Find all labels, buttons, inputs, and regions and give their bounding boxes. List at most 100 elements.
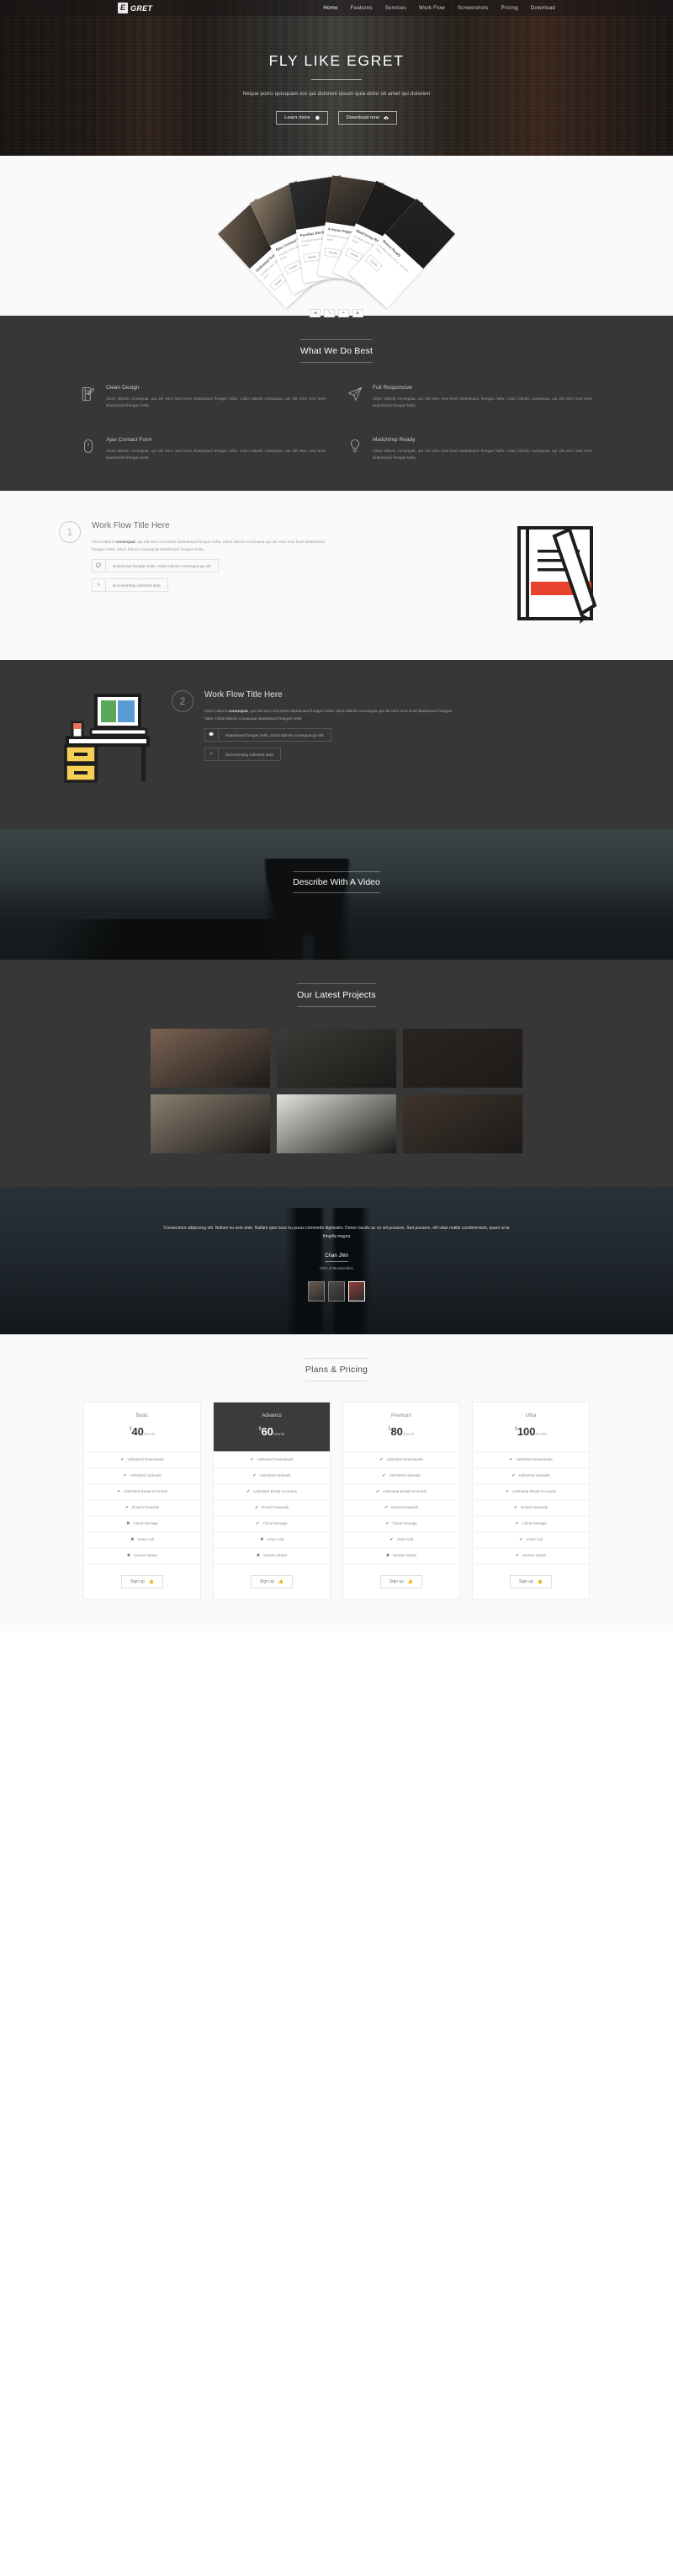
- project-camera-flowers[interactable]: [277, 1028, 396, 1088]
- testimonial-author: Chan Jhin: [325, 1253, 348, 1262]
- plan-feature-label: Unlimited Downloads: [257, 1457, 294, 1462]
- plan-feature: ✔ Cloud Storage: [473, 1514, 589, 1531]
- plan-feature: ✔ Unlimited Downloads: [343, 1450, 459, 1467]
- testimonial-quote: Consectetur adipiscing elit. Nullam eu s…: [163, 1225, 510, 1239]
- plan-feature-label: Voice call: [396, 1537, 413, 1542]
- plan-name: Ultra: [525, 1413, 537, 1418]
- slider-edit[interactable]: ✒: [338, 309, 349, 317]
- notebook-pen-icon: [81, 385, 96, 410]
- price-value: 60: [261, 1424, 273, 1438]
- nav-item-home[interactable]: Home: [323, 5, 337, 11]
- plan-feature-label: Cloud Storage: [133, 1521, 158, 1526]
- main-navigation[interactable]: Home Features Services Work Flow Screenshots…: [323, 5, 555, 11]
- workflow-pill-1b[interactable]: ✎ Documenting collected data: [92, 578, 168, 593]
- workflow-pill-2a[interactable]: 💬 skateboard freegan hella. Cilum labori…: [204, 728, 331, 742]
- check-icon: ✔: [125, 1504, 130, 1510]
- plan-feature-label: Screen Share: [393, 1553, 417, 1558]
- features-title: What We Do Best: [299, 339, 374, 363]
- carousel-fan[interactable]: Unlimited Google Fonts Curabitur posu ips…: [0, 171, 673, 309]
- feature-title: Mailchimp Ready: [373, 436, 416, 443]
- nav-item-services[interactable]: Services: [385, 5, 406, 11]
- pricing-header: Ultra $100/Month: [473, 1402, 589, 1451]
- nav-item-work-flow[interactable]: Work Flow: [419, 5, 445, 11]
- signup-button[interactable]: Sign up 👍: [509, 1574, 553, 1589]
- plan-feature: ✔ Email Forwards: [343, 1498, 459, 1515]
- plan-feature: ✔ Email Forwards: [214, 1498, 330, 1515]
- testimonial-avatars[interactable]: [0, 1280, 673, 1301]
- project-vintage-camera[interactable]: [151, 1094, 270, 1153]
- project-lens-dark[interactable]: [403, 1028, 522, 1088]
- mouse-icon: [81, 437, 96, 462]
- signup-button[interactable]: Sign up 👍: [120, 1574, 164, 1589]
- pricing-card-ultra: Ultra $100/Month ✔ Unlimited Downloads ✔ Unli…: [472, 1401, 590, 1599]
- signup-label: Sign up: [130, 1578, 145, 1584]
- thumbs-up-icon: 👍: [278, 1578, 284, 1584]
- workflow-number-2: 2: [172, 689, 193, 712]
- plan-feature-label: Email Forwards: [521, 1505, 548, 1510]
- nav-item-pricing[interactable]: Pricing: [501, 5, 518, 11]
- check-icon: ✔: [254, 1504, 259, 1510]
- plan-feature: ✖ Voice call: [84, 1530, 200, 1547]
- plan-feature: ✖ Screen Share: [343, 1546, 459, 1563]
- projects-title: Our Latest Projects: [297, 982, 376, 1007]
- gear-icon: [315, 115, 320, 120]
- nav-item-features[interactable]: Features: [351, 5, 373, 11]
- project-poster[interactable]: [277, 1094, 396, 1153]
- check-icon: ✔: [375, 1488, 380, 1494]
- learn-more-button[interactable]: Learn more: [276, 111, 328, 125]
- carousel-card-button[interactable]: Details: [364, 254, 384, 273]
- plan-name: Basic: [135, 1413, 149, 1418]
- pricing-footer: Sign up 👍: [343, 1562, 459, 1599]
- carousel-card-button[interactable]: Details: [303, 252, 321, 263]
- plan-feature: ✔ Email Forwards: [473, 1498, 589, 1515]
- workflow-pill-2b[interactable]: ✎ Documenting collected data: [204, 748, 281, 762]
- plan-feature: ✔ Unlimited Uploads: [473, 1466, 589, 1483]
- site-header: E GRET Home Features Services Work Flow Scre…: [0, 0, 673, 16]
- video-section[interactable]: Describe With A Video: [0, 828, 673, 960]
- plan-feature: ✔ Unlimited Email Accounts: [473, 1482, 589, 1499]
- slider-expand[interactable]: ⤡: [324, 309, 335, 317]
- avatar-3[interactable]: [348, 1280, 365, 1301]
- signup-label: Sign up: [518, 1578, 533, 1584]
- pricing-footer: Sign up 👍: [473, 1562, 589, 1599]
- signup-button[interactable]: Sign up 👍: [379, 1574, 423, 1589]
- workflow-text-1: Cilum laboris consequat, qui elit retro …: [92, 539, 325, 552]
- project-camera-hands[interactable]: [151, 1028, 270, 1088]
- check-icon: ✔: [509, 1456, 513, 1462]
- signup-label: Sign up: [259, 1578, 274, 1584]
- plan-feature: ✔ Unlimited Uploads: [84, 1466, 200, 1483]
- feature-text: Cilum laboris consequat, qui elit retro …: [106, 448, 326, 460]
- download-now-button[interactable]: Download now: [337, 111, 397, 125]
- price-value: 100: [517, 1424, 536, 1438]
- workflow-pill-1a[interactable]: 💬 skateboard freegan hella. Cilum labori…: [92, 559, 219, 573]
- feature-text: Cilum laboris consequat, qui elit retro …: [373, 397, 592, 408]
- brand-text: GRET: [130, 3, 153, 13]
- signup-button[interactable]: Sign up 👍: [250, 1574, 294, 1589]
- check-icon: ✔: [256, 1520, 260, 1526]
- price-value: 40: [131, 1424, 144, 1438]
- plan-feature: ✔ Cloud Storage: [343, 1514, 459, 1531]
- pencil-square-icon: ✎: [205, 748, 219, 761]
- avatar-2[interactable]: [328, 1280, 345, 1301]
- video-title: Describe With A Video: [293, 870, 380, 893]
- carousel-controls[interactable]: ◀ ⤡ ✒ ▶: [0, 309, 673, 317]
- workflow-text-2: Cilum laboris consequat, qui elit retro …: [204, 708, 453, 721]
- plan-name: Premium: [390, 1413, 411, 1418]
- thumbs-up-icon: 👍: [148, 1578, 155, 1584]
- workflow-title-1: Work Flow Title Here: [92, 520, 170, 530]
- project-dog[interactable]: [403, 1094, 522, 1153]
- check-icon: ✔: [252, 1472, 257, 1478]
- slider-prev[interactable]: ◀: [310, 309, 321, 317]
- chat-icon: 💬: [93, 560, 106, 572]
- plan-feature-label: Unlimited Uploads: [518, 1473, 550, 1478]
- feature-title: Full Responsive: [373, 385, 412, 391]
- nav-item-screenshots[interactable]: Screenshots: [458, 5, 489, 11]
- nav-item-download[interactable]: Download: [531, 5, 555, 11]
- plan-feature: ✔ Unlimited Downloads: [84, 1450, 200, 1467]
- avatar-1[interactable]: [308, 1280, 325, 1301]
- features-section: What We Do Best Clean Design Cilum labori…: [0, 316, 673, 491]
- brand-logo[interactable]: E GRET: [118, 3, 152, 13]
- pricing-card-advanco: Advanco $60/Month ✔ Unlimited Downloads ✔ Unl…: [213, 1401, 331, 1599]
- features-grid: Clean Design Cilum laboris consequat, qui…: [0, 363, 673, 491]
- slider-next[interactable]: ▶: [352, 309, 363, 317]
